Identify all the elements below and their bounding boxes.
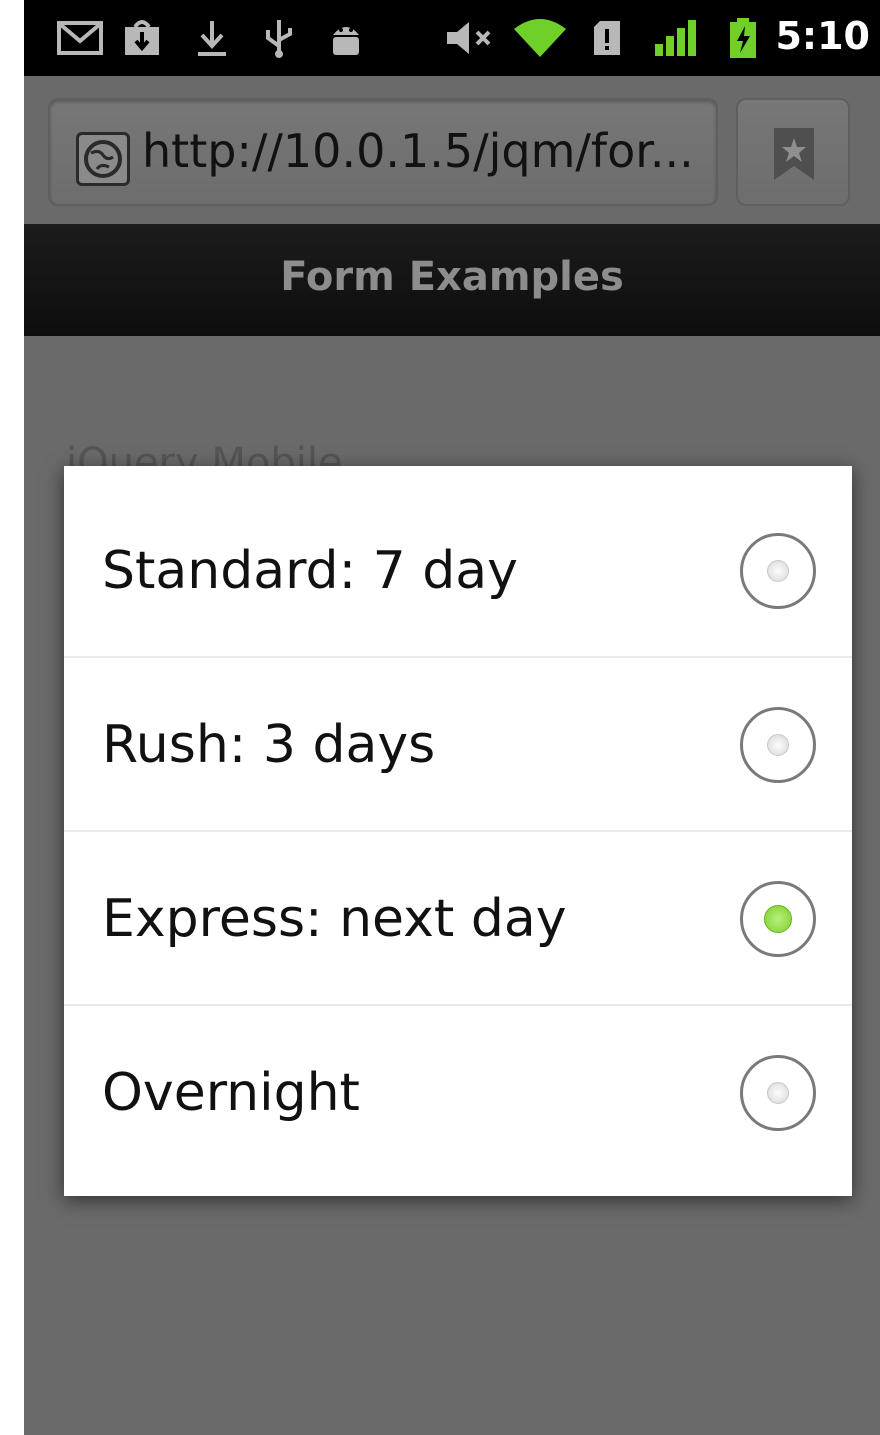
phone-screen: 5:10 http://10.0.1.5/jqm/for... Form Exa… [24,0,880,1435]
radio-button-selected[interactable] [740,881,816,957]
option-label: Standard: 7 day [102,541,518,601]
status-time: 5:10 [775,14,870,58]
radio-dot [767,734,789,756]
sd-card-icon [590,18,624,58]
page-header: Form Examples [24,224,880,336]
radio-dot [767,1082,789,1104]
options-dialog: Standard: 7 day Rush: 3 days Express: ne… [64,466,852,1196]
usb-icon [260,18,298,58]
option-label: Rush: 3 days [102,715,436,775]
url-text: http://10.0.1.5/jqm/for... [142,124,694,178]
page-title: Form Examples [280,254,624,300]
bookmark-button[interactable] [736,98,850,206]
option-standard[interactable]: Standard: 7 day [64,484,852,658]
wifi-icon [512,18,568,58]
bookmark-icon [772,126,816,186]
radio-dot [767,560,789,582]
gmail-icon [56,18,104,58]
radio-button[interactable] [740,533,816,609]
option-rush[interactable]: Rush: 3 days [64,658,852,832]
url-field[interactable]: http://10.0.1.5/jqm/for... [48,98,718,206]
option-label: Express: next day [102,889,567,949]
download-icon [194,18,230,58]
radio-dot-selected [764,905,792,933]
option-label: Overnight [102,1063,360,1123]
signal-icon [652,18,700,58]
radio-button[interactable] [740,707,816,783]
mute-icon [444,18,494,58]
browser-url-bar: http://10.0.1.5/jqm/for... [24,76,880,224]
android-debug-icon [326,18,366,58]
status-bar: 5:10 [24,0,880,76]
battery-charging-icon [726,18,760,58]
option-overnight[interactable]: Overnight [64,1006,852,1180]
radio-button[interactable] [740,1055,816,1131]
globe-icon [76,132,130,186]
market-download-icon [122,18,162,58]
option-express[interactable]: Express: next day [64,832,852,1006]
